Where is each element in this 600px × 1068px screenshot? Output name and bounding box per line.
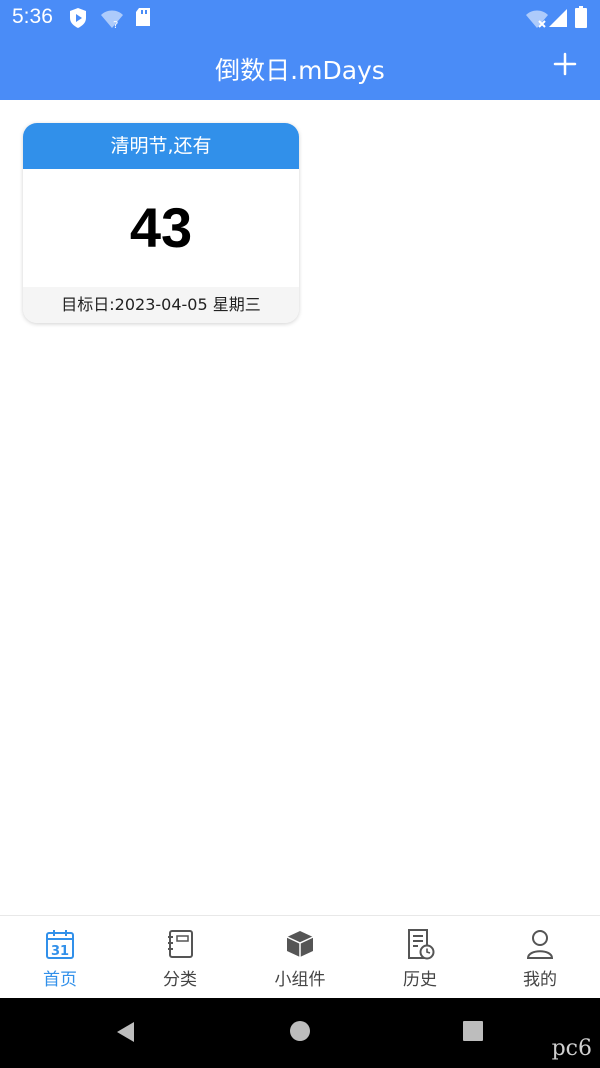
wifi-question-icon: ? <box>101 10 123 29</box>
battery-icon <box>575 6 587 28</box>
nav-label-category: 分类 <box>163 970 197 990</box>
nav-label-widgets: 小组件 <box>274 970 326 990</box>
nav-label-history: 历史 <box>403 970 437 990</box>
home-icon[interactable] <box>289 1020 311 1042</box>
countdown-target-date: 目标日:2023-04-05 星期三 <box>23 287 299 323</box>
wifi-off-icon <box>526 10 548 28</box>
notebook-icon <box>168 930 193 958</box>
calendar-icon: 31 <box>46 930 74 959</box>
countdown-card-title: 清明节,还有 <box>23 123 299 169</box>
page-title: 倒数日.mDays <box>215 56 385 85</box>
nav-label-profile: 我的 <box>523 970 557 990</box>
recents-icon[interactable] <box>462 1020 484 1042</box>
shield-icon <box>70 8 86 28</box>
nav-item-home[interactable]: 31 首页 <box>0 916 120 999</box>
signal-icon <box>549 9 567 27</box>
nav-item-history[interactable]: 历史 <box>360 916 480 999</box>
calendar-day-number: 31 <box>51 944 69 959</box>
countdown-card[interactable]: 清明节,还有 43 目标日:2023-04-05 星期三 <box>23 123 299 323</box>
bottom-nav: 31 首页 分类 小组件 历史 我的 <box>0 915 600 999</box>
status-bar: 5:36 ? <box>0 0 600 36</box>
nav-label-home: 首页 <box>43 970 77 990</box>
app-bar: 倒数日.mDays <box>0 36 600 100</box>
sd-card-icon <box>136 8 150 26</box>
nav-item-profile[interactable]: 我的 <box>480 916 600 999</box>
history-icon <box>408 929 435 960</box>
back-icon[interactable] <box>114 1020 138 1044</box>
countdown-days: 43 <box>129 196 193 259</box>
svg-text:?: ? <box>113 20 118 29</box>
cube-icon <box>286 931 314 957</box>
nav-item-widgets[interactable]: 小组件 <box>240 916 360 999</box>
user-icon <box>526 930 554 959</box>
system-nav-bar <box>0 998 600 1068</box>
status-time: 5:36 <box>12 5 53 28</box>
add-button[interactable] <box>550 49 580 79</box>
watermark-logo: pc6 <box>551 1036 592 1061</box>
nav-item-category[interactable]: 分类 <box>120 916 240 999</box>
